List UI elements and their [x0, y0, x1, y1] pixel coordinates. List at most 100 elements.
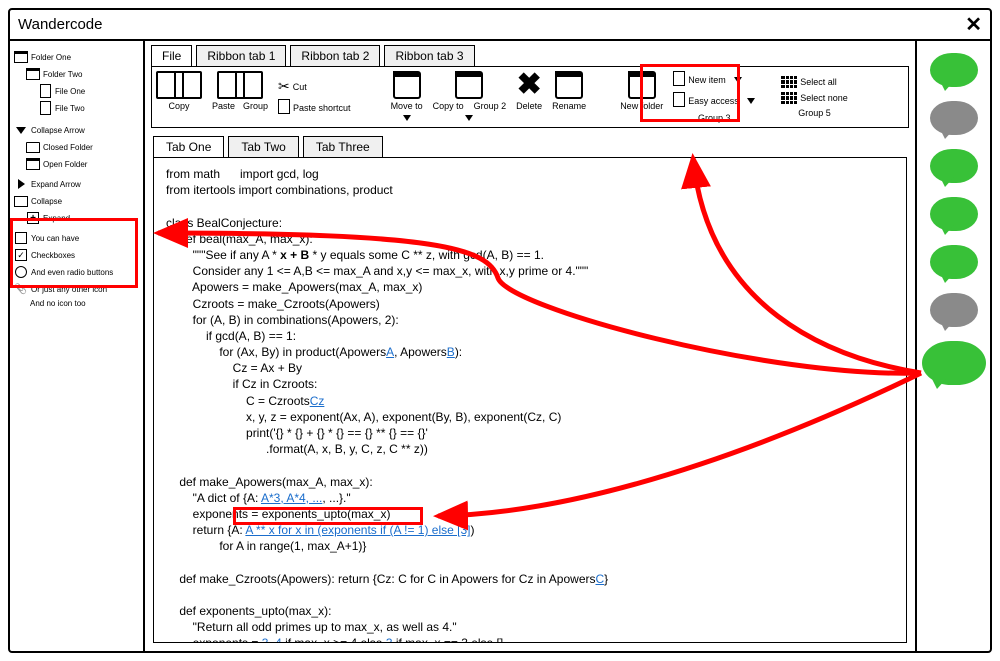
ribbon-label: Paste shortcut	[293, 103, 351, 113]
tree-item-collapse-arrow[interactable]: Collapse Arrow	[14, 123, 139, 137]
ribbon-label: Easy access	[688, 96, 739, 106]
ribbon-tab-3[interactable]: Ribbon tab 3	[384, 45, 474, 66]
doc-tab-one[interactable]: Tab One	[153, 136, 224, 157]
folder-open-icon	[26, 157, 40, 171]
ribbon-label: New folder	[620, 101, 663, 111]
tree-item-file-two[interactable]: File Two	[38, 101, 139, 115]
easy-access-button[interactable]: Easy access	[673, 92, 755, 109]
folder-icon	[555, 71, 583, 99]
sidebar: Folder One Folder Two File One File Two …	[10, 41, 145, 651]
tree-label: And even radio buttons	[31, 268, 113, 277]
folder-icon	[393, 71, 421, 99]
cut-button[interactable]: Cut	[278, 78, 351, 95]
tree-label: Closed Folder	[43, 143, 93, 152]
copy-to-button[interactable]: Copy to Group 2	[433, 71, 507, 123]
tree-item-file-one[interactable]: File One	[38, 84, 139, 98]
new-folder-button[interactable]: New folder	[620, 71, 663, 123]
paperclip-icon	[14, 282, 28, 296]
tree-item-folder-one[interactable]: Folder One	[14, 50, 139, 64]
scissors-icon	[278, 78, 290, 95]
tree-label: Collapse Arrow	[31, 126, 85, 135]
new-group: New item Easy access Group 3	[673, 71, 755, 123]
paste-shortcut-button[interactable]: Paste shortcut	[278, 99, 351, 116]
chevron-down-icon	[14, 123, 28, 137]
document-icon	[278, 99, 290, 116]
tree-label: Checkboxes	[31, 251, 75, 260]
window-title: Wandercode	[18, 16, 103, 33]
ribbon-tab-file[interactable]: File	[151, 45, 192, 66]
ribbon-label: Paste	[212, 101, 235, 111]
tree-label: Collapse	[31, 197, 62, 206]
ribbon-label: Group 2	[474, 101, 507, 111]
chat-bubble-icon[interactable]	[930, 53, 978, 87]
folder-open-icon	[26, 67, 40, 81]
chevron-down-icon	[747, 96, 755, 106]
doc-tab-two[interactable]: Tab Two	[228, 136, 298, 157]
ribbon: Copy PasteGroup Cut Paste shortcut M	[151, 66, 909, 128]
tree-label: Expand Arrow	[31, 180, 81, 189]
ribbon-label: Cut	[293, 82, 307, 92]
tree-item-no-icon[interactable]: And no icon too	[30, 299, 139, 308]
document-icon	[174, 71, 202, 99]
move-to-button[interactable]: Move to	[391, 71, 423, 123]
chat-bubble-icon[interactable]	[930, 149, 978, 183]
tree-label: Folder Two	[43, 70, 82, 79]
chat-bubble-icon[interactable]	[930, 101, 978, 135]
chat-bubble-icon[interactable]	[922, 341, 986, 385]
copy-button[interactable]: Copy	[156, 71, 202, 123]
tree-item-open-folder[interactable]: Open Folder	[26, 157, 139, 171]
close-icon[interactable]: ✕	[965, 12, 982, 37]
document-tabs: Tab One Tab Two Tab Three	[145, 128, 915, 157]
chevron-down-icon	[734, 75, 742, 85]
grid-icon	[781, 92, 797, 104]
ribbon-label: Group	[243, 101, 268, 111]
tree-item-expand[interactable]: Expand	[26, 211, 139, 225]
ribbon-label: Group 3	[673, 113, 755, 123]
tree-item-folder-two[interactable]: Folder Two	[26, 67, 139, 81]
chat-bubble-icon[interactable]	[930, 293, 978, 327]
tree-item-expand-arrow[interactable]: Expand Arrow	[14, 177, 139, 191]
content: File Ribbon tab 1 Ribbon tab 2 Ribbon ta…	[145, 41, 915, 651]
chevron-right-icon	[14, 177, 28, 191]
delete-x-icon: ✖	[517, 71, 542, 99]
select-all-button[interactable]: Select all	[781, 76, 848, 88]
radio-icon	[14, 265, 28, 279]
delete-button[interactable]: ✖ Delete	[516, 71, 542, 123]
tree-label: You can have	[31, 234, 79, 243]
chat-bubble-icon[interactable]	[930, 245, 978, 279]
new-item-button[interactable]: New item	[673, 71, 755, 88]
select-group: Select all Select none Group 5	[781, 71, 848, 123]
ribbon-label: Copy to	[433, 101, 464, 111]
ribbon-label: Group 5	[781, 108, 848, 118]
tree-label: And no icon too	[30, 299, 86, 308]
folder-icon	[26, 140, 40, 154]
document-icon	[673, 71, 685, 88]
clipboard-group: Cut Paste shortcut	[278, 71, 351, 123]
select-none-button[interactable]: Select none	[781, 92, 848, 104]
ribbon-label: Move to	[391, 101, 423, 111]
tree-item-collapse[interactable]: Collapse	[14, 194, 139, 208]
app-window: Wandercode ✕ Folder One Folder Two File …	[8, 8, 992, 653]
chat-rail	[915, 41, 990, 651]
ribbon-tab-1[interactable]: Ribbon tab 1	[196, 45, 286, 66]
tree-item-any-icon[interactable]: Or just any other icon	[14, 282, 139, 296]
code-editor[interactable]: from math import gcd, log from itertools…	[153, 157, 907, 643]
doc-tab-three[interactable]: Tab Three	[303, 136, 383, 157]
ribbon-label: Copy	[168, 101, 189, 111]
tree-item-radio[interactable]: And even radio buttons	[14, 265, 139, 279]
ribbon-label: New item	[688, 75, 726, 85]
checkbox-icon	[14, 248, 28, 262]
main-area: Folder One Folder Two File One File Two …	[10, 41, 990, 651]
tree-item-you-can-have[interactable]: You can have	[14, 231, 139, 245]
ribbon-tab-2[interactable]: Ribbon tab 2	[290, 45, 380, 66]
chat-bubble-icon[interactable]	[930, 197, 978, 231]
document-icon	[235, 71, 263, 99]
folder-icon	[455, 71, 483, 99]
rename-button[interactable]: Rename	[552, 71, 586, 123]
tree-item-checkboxes[interactable]: Checkboxes	[14, 248, 139, 262]
collapse-icon	[14, 194, 28, 208]
tree-item-closed-folder[interactable]: Closed Folder	[26, 140, 139, 154]
tree-label: Open Folder	[43, 160, 87, 169]
grid-icon	[781, 76, 797, 88]
paste-button[interactable]: Paste Group	[212, 71, 268, 123]
